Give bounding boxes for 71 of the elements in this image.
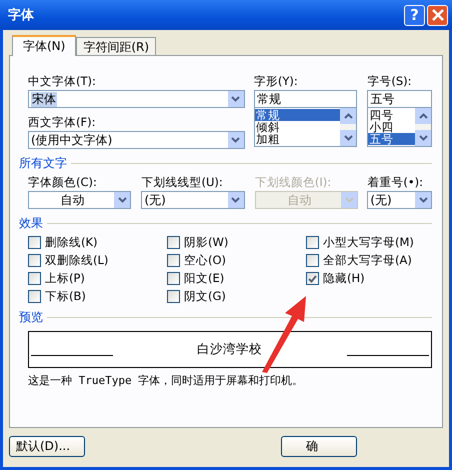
field-label: 下划线线型(U): — [141, 175, 224, 190]
close-button[interactable] — [427, 4, 448, 26]
group-heading: 预览 — [19, 309, 43, 326]
field-label: 西文字体(F): — [28, 115, 96, 130]
checkbox[interactable] — [306, 254, 319, 267]
checkbox-label: 阳文(E) — [184, 271, 224, 286]
window-title: 字体 — [8, 6, 34, 24]
field-label: 中文字体(T): — [28, 74, 97, 89]
input-field[interactable]: 五号 — [367, 90, 432, 108]
dropdown-icon[interactable] — [415, 192, 432, 208]
list-item[interactable]: 五号 — [368, 133, 416, 145]
list-item[interactable]: 常规 — [254, 109, 340, 121]
combo-value: (使用中文字体) — [30, 132, 114, 148]
dropdown-value: (无) — [369, 192, 393, 208]
checkbox[interactable] — [306, 236, 319, 249]
field-label: 字体颜色(C): — [28, 175, 98, 190]
checkbox-label: 下标(B) — [45, 289, 86, 304]
dropdown-icon[interactable] — [228, 192, 244, 208]
combo-value: 宋体 — [31, 92, 57, 106]
dropdown-icon[interactable] — [228, 91, 244, 107]
group-heading: 所有文字 — [19, 155, 67, 172]
list-item[interactable]: 加粗 — [254, 133, 340, 145]
field-label: 着重号(•): — [367, 175, 424, 190]
checkbox[interactable] — [167, 254, 180, 267]
checkbox[interactable] — [28, 272, 41, 285]
input-field[interactable]: 常规 — [254, 90, 358, 108]
font-note: 这是一种 TrueType 字体，同时适用于屏幕和打印机。 — [28, 373, 304, 388]
checkbox[interactable] — [167, 290, 180, 303]
field-label: 下划线颜色(I): — [254, 175, 332, 190]
close-icon — [430, 8, 444, 22]
dialog-button[interactable]: 默认(D)... — [9, 436, 85, 457]
list-item[interactable]: 四号 — [368, 109, 416, 121]
dropdown-icon[interactable] — [228, 132, 244, 148]
dropdown-value: 自动 — [60, 192, 86, 208]
list-item[interactable]: 小四 — [368, 121, 416, 133]
dropdown-value: (无) — [143, 192, 167, 208]
checkbox-label: 删除线(K) — [45, 235, 98, 250]
checkbox-label: 全部大写字母(A) — [323, 253, 412, 268]
checkbox[interactable] — [306, 272, 319, 285]
field-label: 字形(Y): — [254, 74, 299, 89]
checkbox[interactable] — [28, 236, 41, 249]
scroll-up-icon[interactable] — [415, 108, 432, 124]
group-heading: 效果 — [19, 215, 43, 232]
checkbox-label: 阴文(G) — [184, 289, 226, 304]
scroll-down-icon[interactable] — [340, 130, 356, 146]
scroll-up-icon[interactable] — [340, 108, 356, 124]
font-combo[interactable]: 宋体 — [28, 90, 245, 108]
help-button[interactable]: ? — [404, 4, 425, 26]
checkbox-label: 空心(O) — [184, 253, 226, 268]
field-label: 字号(S): — [367, 74, 412, 89]
checkbox-label: 上标(P) — [45, 271, 85, 286]
checkbox[interactable] — [28, 290, 41, 303]
checkbox[interactable] — [167, 236, 180, 249]
checkbox-label: 阴影(W) — [184, 235, 228, 250]
checkbox-label: 双删除线(L) — [45, 253, 108, 268]
dropdown[interactable]: (无) — [367, 191, 432, 209]
checkbox[interactable] — [167, 272, 180, 285]
preview-text: 白沙湾学校 — [197, 341, 262, 358]
tab[interactable]: 字体(N) — [12, 35, 76, 56]
checkbox[interactable] — [28, 254, 41, 267]
font-combo[interactable]: (使用中文字体) — [28, 131, 245, 149]
dropdown[interactable]: 自动 — [28, 191, 132, 209]
scroll-down-icon[interactable] — [415, 130, 432, 146]
dropdown-icon[interactable] — [114, 192, 130, 208]
checkbox-label: 隐藏(H) — [323, 271, 365, 286]
dropdown[interactable]: (无) — [141, 191, 245, 209]
checkbox-label: 小型大写字母(M) — [323, 235, 414, 250]
list-item[interactable]: 倾斜 — [254, 121, 340, 133]
tab[interactable]: 字符间距(R) — [76, 37, 156, 55]
dropdown-value: 自动 — [286, 192, 313, 208]
dialog-button[interactable]: 确 — [281, 436, 357, 457]
